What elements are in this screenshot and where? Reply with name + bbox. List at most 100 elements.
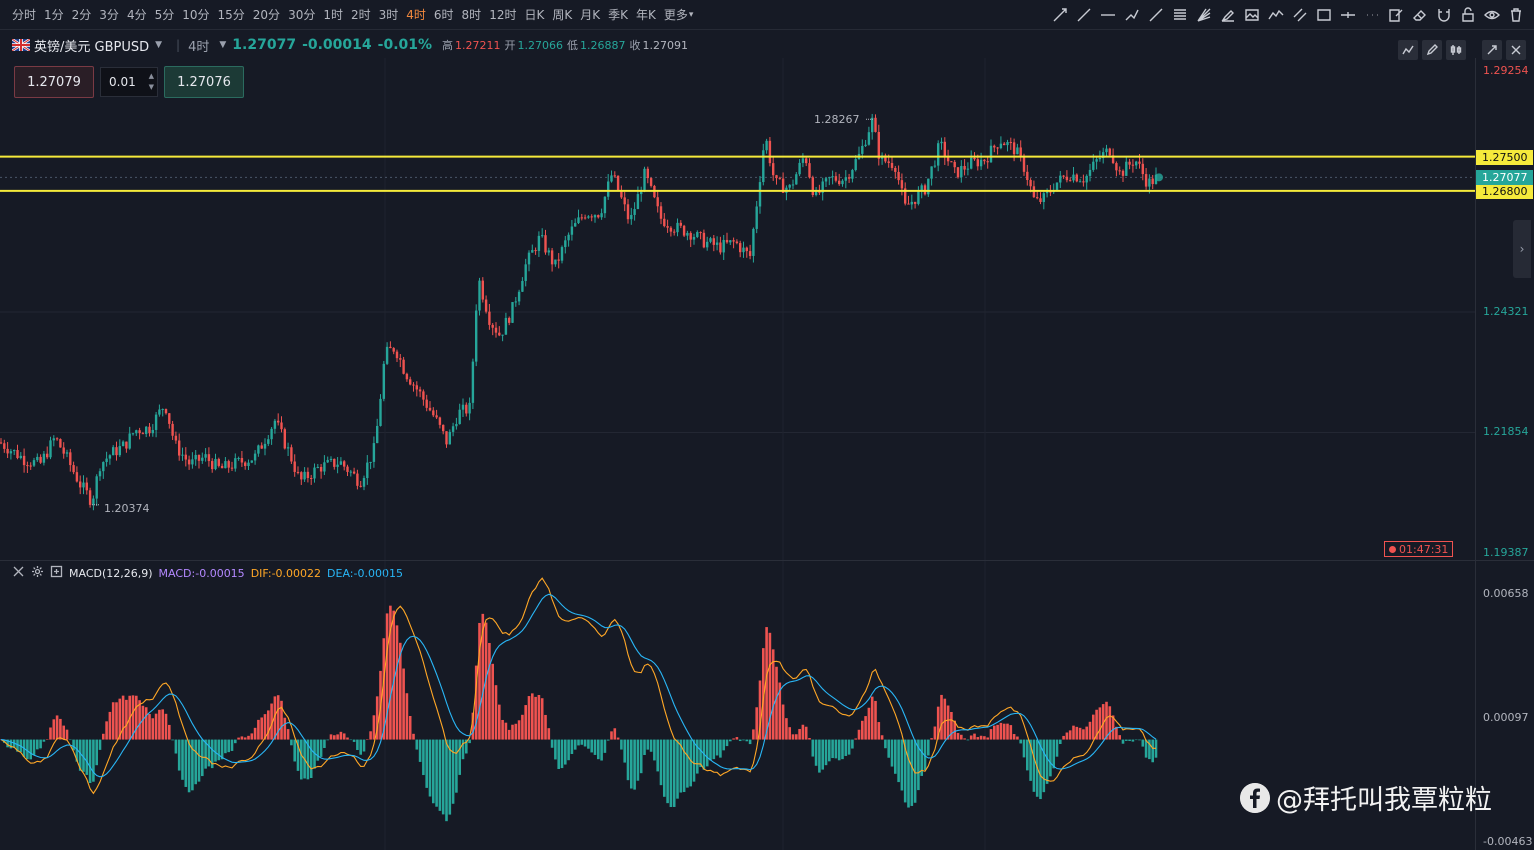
macd-bar: [468, 739, 471, 744]
level-price-tag[interactable]: 1.26800: [1476, 183, 1533, 199]
expand-side-panel-button[interactable]: ›: [1513, 220, 1531, 278]
symbol-dropdown-icon[interactable]: ▼: [155, 40, 162, 50]
timeframe-7[interactable]: 15分: [214, 0, 249, 30]
period-dropdown-icon[interactable]: ▼: [219, 40, 226, 50]
timeframe-19[interactable]: 月K: [576, 0, 604, 30]
macd-axis-label: 0.00097: [1483, 711, 1529, 725]
rectangle-tool[interactable]: [1315, 7, 1332, 24]
candle: [950, 161, 953, 163]
timeframe-8[interactable]: 20分: [249, 0, 284, 30]
macd-bar: [1045, 739, 1049, 784]
arrow-line-tool[interactable]: [1147, 7, 1164, 24]
low-label: 低: [567, 39, 579, 52]
timeframe-14[interactable]: 6时: [430, 0, 458, 30]
quick-order-panel: 1.27079 0.01 ▲ ▼ 1.27076: [14, 66, 244, 98]
horizontal-ray-tool[interactable]: [1339, 7, 1356, 24]
timeframe-10[interactable]: 1时: [319, 0, 347, 30]
macd-bar: [1108, 706, 1112, 740]
timeframe-4[interactable]: 4分: [123, 0, 151, 30]
magnet-tool[interactable]: [1435, 7, 1452, 24]
quantity-input[interactable]: 0.01 ▲ ▼: [100, 67, 158, 97]
more-dots-tool[interactable]: [1363, 7, 1380, 24]
fibonacci-tool[interactable]: [1171, 7, 1188, 24]
horizontal-line-tool[interactable]: [1099, 7, 1116, 24]
timeframe-22[interactable]: 更多: [660, 0, 692, 30]
parallel-channel-tool[interactable]: [1291, 7, 1308, 24]
macd-bar: [498, 704, 501, 740]
timeframe-6[interactable]: 10分: [178, 0, 213, 30]
timeframe-5[interactable]: 5分: [151, 0, 179, 30]
fan-tool[interactable]: [1195, 7, 1212, 24]
polyline-tool[interactable]: [1123, 7, 1140, 24]
eraser-tool[interactable]: [1411, 7, 1428, 24]
candlestick-chart[interactable]: 1.28267 1.20374: [0, 58, 1475, 560]
image-tool[interactable]: [1243, 7, 1260, 24]
candle: [3, 439, 6, 453]
macd-bar: [831, 739, 834, 759]
candle: [871, 113, 874, 140]
price-axis[interactable]: 1.29254 1.24321 1.21854 1.19387 1.27500 1.268…: [1475, 58, 1534, 560]
macd-bar: [415, 739, 419, 750]
timeframe-18[interactable]: 周K: [548, 0, 576, 30]
macd-bar: [240, 736, 244, 740]
candle: [121, 440, 125, 447]
indicator-button[interactable]: [1398, 40, 1418, 60]
buy-button[interactable]: 1.27076: [164, 66, 244, 98]
timeframe-1[interactable]: 1分: [40, 0, 68, 30]
timeframe-13[interactable]: 4时: [402, 0, 430, 30]
draw-button[interactable]: [1422, 40, 1442, 60]
candle: [927, 178, 930, 197]
candle: [336, 457, 339, 474]
more-dropdown-icon[interactable]: ▾: [689, 10, 694, 20]
symbol-name[interactable]: 英镑/美元 GBPUSD: [34, 36, 149, 55]
candle: [1019, 140, 1022, 162]
trash-tool[interactable]: [1507, 7, 1524, 24]
timeframe-20[interactable]: 季K: [604, 0, 632, 30]
timeframe-17[interactable]: 日K: [520, 0, 548, 30]
candle: [339, 457, 343, 466]
candle: [1012, 138, 1016, 162]
macd-bar: [785, 718, 788, 740]
macd-bar: [346, 737, 349, 740]
dea-line: [0, 593, 1157, 778]
timeframe-12[interactable]: 3时: [375, 0, 403, 30]
timeframe-0[interactable]: 分时: [8, 0, 40, 30]
brush-tool[interactable]: [1219, 7, 1236, 24]
candle: [607, 174, 610, 200]
level-price-tag[interactable]: 1.27500: [1476, 149, 1533, 165]
timeframe-21[interactable]: 年K: [632, 0, 660, 30]
sell-button[interactable]: 1.27079: [14, 66, 94, 98]
close-value: 1.27091: [642, 38, 689, 52]
macd-bar: [121, 695, 125, 740]
timeframe-16[interactable]: 12时: [485, 0, 520, 30]
timeframe-9[interactable]: 30分: [284, 0, 319, 30]
period-selector[interactable]: 4时: [188, 36, 209, 55]
candle: [963, 159, 966, 176]
lock-tool[interactable]: [1459, 7, 1476, 24]
candle: [158, 404, 161, 417]
edit-tool[interactable]: [1387, 7, 1404, 24]
ray-tool[interactable]: [1075, 7, 1092, 24]
close-chart-button[interactable]: [1506, 40, 1526, 60]
candle: [197, 454, 201, 469]
candle-style-button[interactable]: [1446, 40, 1466, 60]
candle: [857, 146, 861, 160]
timeframe-15[interactable]: 8时: [458, 0, 486, 30]
quantity-stepper-icon[interactable]: ▲ ▼: [149, 71, 154, 93]
candle: [699, 231, 702, 240]
expand-button[interactable]: [1482, 40, 1502, 60]
timeframe-3[interactable]: 3分: [95, 0, 123, 30]
candle: [669, 226, 673, 237]
timeframe-2[interactable]: 2分: [68, 0, 96, 30]
eye-tool[interactable]: [1483, 7, 1500, 24]
macd-bar: [801, 724, 805, 740]
timeframe-11[interactable]: 2时: [347, 0, 375, 30]
chart-line-tool[interactable]: [1267, 7, 1284, 24]
trend-line-tool[interactable]: [1051, 7, 1068, 24]
candle: [1003, 142, 1006, 146]
macd-bar: [141, 705, 145, 740]
candle: [102, 461, 105, 479]
candle: [712, 234, 715, 252]
macd-bar: [412, 733, 415, 740]
candle: [633, 202, 636, 221]
